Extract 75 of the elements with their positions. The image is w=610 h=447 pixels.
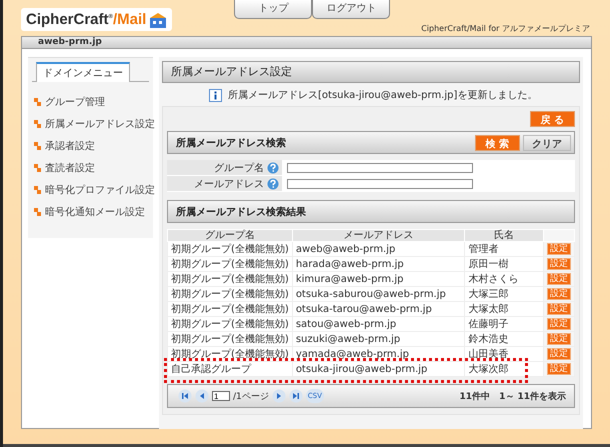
settings-button[interactable]: 設定 xyxy=(546,258,571,270)
table-cell: suzuki@aweb-prm.jp xyxy=(292,332,465,346)
search-button[interactable]: 検 索 xyxy=(474,134,520,150)
settings-button[interactable]: 設定 xyxy=(546,363,571,375)
settings-button[interactable]: 設定 xyxy=(546,288,571,300)
nav-tab[interactable]: ログアウト xyxy=(312,0,390,19)
logo-text: CipherCraft$^{®}$/Mail xyxy=(26,11,146,28)
page-title: 所属メールアドレス設定 xyxy=(162,61,580,83)
table-cell: 初期グループ(全機能無効) xyxy=(168,242,292,256)
help-icon[interactable] xyxy=(267,162,279,174)
sidebar-link[interactable]: グループ管理 xyxy=(45,95,105,109)
sidebar-link[interactable]: 暗号化通知メール設定 xyxy=(45,205,145,219)
previous-page-icon[interactable] xyxy=(195,389,209,403)
bullet-icon xyxy=(34,98,41,106)
next-page-icon[interactable] xyxy=(272,389,286,403)
table-cell: satou@aweb-prm.jp xyxy=(292,316,465,332)
section-title: 所属メールアドレス検索結果 xyxy=(176,206,306,218)
table-cell: otsuka-saburou@aweb-prm.jp xyxy=(292,286,465,302)
table-cell: 初期グループ(全機能無効) xyxy=(168,316,292,332)
column-header: 氏名 xyxy=(464,230,544,242)
text-field[interactable] xyxy=(287,162,473,172)
table-cell: otsuka-jirou@aweb-prm.jp xyxy=(292,362,465,376)
table-cell: kimura@aweb-prm.jp xyxy=(292,272,465,286)
table-cell: otsuka-tarou@aweb-prm.jp xyxy=(292,302,465,316)
table-cell: 木村さくら xyxy=(464,272,544,286)
nav-tab[interactable]: トップ xyxy=(234,0,312,19)
settings-button[interactable]: 設定 xyxy=(546,273,571,285)
table-cell: harada@aweb-prm.jp xyxy=(292,256,465,272)
table-cell: 初期グループ(全機能無効) xyxy=(168,302,292,316)
bullet-icon xyxy=(34,208,41,216)
bullet-icon xyxy=(34,142,41,150)
sidebar-link[interactable]: 査読者設定 xyxy=(45,161,95,175)
status-message: 所属メールアドレス[otsuka-jirou@aweb-prm.jp]を更新しました。 xyxy=(228,88,538,102)
column-header: メールアドレス xyxy=(292,230,465,242)
first-page-icon[interactable] xyxy=(178,389,192,403)
table-cell: 大塚太郎 xyxy=(464,302,544,316)
table-cell: 初期グループ(全機能無効) xyxy=(168,272,292,286)
table-cell: 管理者 xyxy=(464,242,544,256)
building-icon xyxy=(149,12,168,28)
bullet-icon xyxy=(34,164,41,172)
table-cell: 佐藤明子 xyxy=(464,316,544,332)
back-button[interactable]: 戻 る xyxy=(530,111,575,127)
column-header: グループ名 xyxy=(168,230,292,242)
settings-button[interactable]: 設定 xyxy=(546,333,571,345)
table-cell: 初期グループ(全機能無効) xyxy=(168,256,292,272)
product-caption: CipherCraft/Mail for アルファメールプレミア xyxy=(421,23,590,34)
result-summary: 11件中 1～ 11件を表示 xyxy=(460,390,566,402)
domain-bar: aweb-prm.jp xyxy=(21,36,592,49)
info-icon xyxy=(209,88,222,102)
settings-button[interactable]: 設定 xyxy=(546,348,571,360)
table-cell: 大塚三郎 xyxy=(464,286,544,302)
sidebar-link[interactable]: 承認者設定 xyxy=(45,139,95,153)
sidebar-tab[interactable]: ドメインメニュー xyxy=(36,62,130,82)
section-title: 所属メールアドレス検索 xyxy=(176,136,286,150)
table-cell: 初期グループ(全機能無効) xyxy=(168,286,292,302)
settings-button[interactable]: 設定 xyxy=(546,303,571,315)
field-label: メールアドレス xyxy=(194,178,264,190)
clear-button[interactable]: クリア xyxy=(523,134,571,150)
table-cell: 初期グループ(全機能無効) xyxy=(168,332,292,346)
table-cell: 鈴木浩史 xyxy=(464,332,544,346)
settings-button[interactable]: 設定 xyxy=(546,318,571,330)
bullet-icon xyxy=(34,120,41,128)
last-page-icon[interactable] xyxy=(288,389,303,403)
table-cell: 大塚次郎 xyxy=(464,362,544,376)
bullet-icon xyxy=(34,186,41,194)
settings-button[interactable]: 設定 xyxy=(546,243,571,255)
page-field[interactable]: 1 xyxy=(212,391,230,401)
sidebar-link[interactable]: 所属メールアドレス設定 xyxy=(45,117,155,131)
table-cell: 原田一樹 xyxy=(464,256,544,272)
field-label: グループ名 xyxy=(214,162,264,174)
text-field[interactable] xyxy=(287,178,473,188)
table-cell: aweb@aweb-prm.jp xyxy=(292,242,465,256)
help-icon[interactable] xyxy=(267,178,279,190)
page-count: /1ページ xyxy=(233,390,269,402)
sidebar-link[interactable]: 暗号化プロファイル設定 xyxy=(45,183,155,197)
